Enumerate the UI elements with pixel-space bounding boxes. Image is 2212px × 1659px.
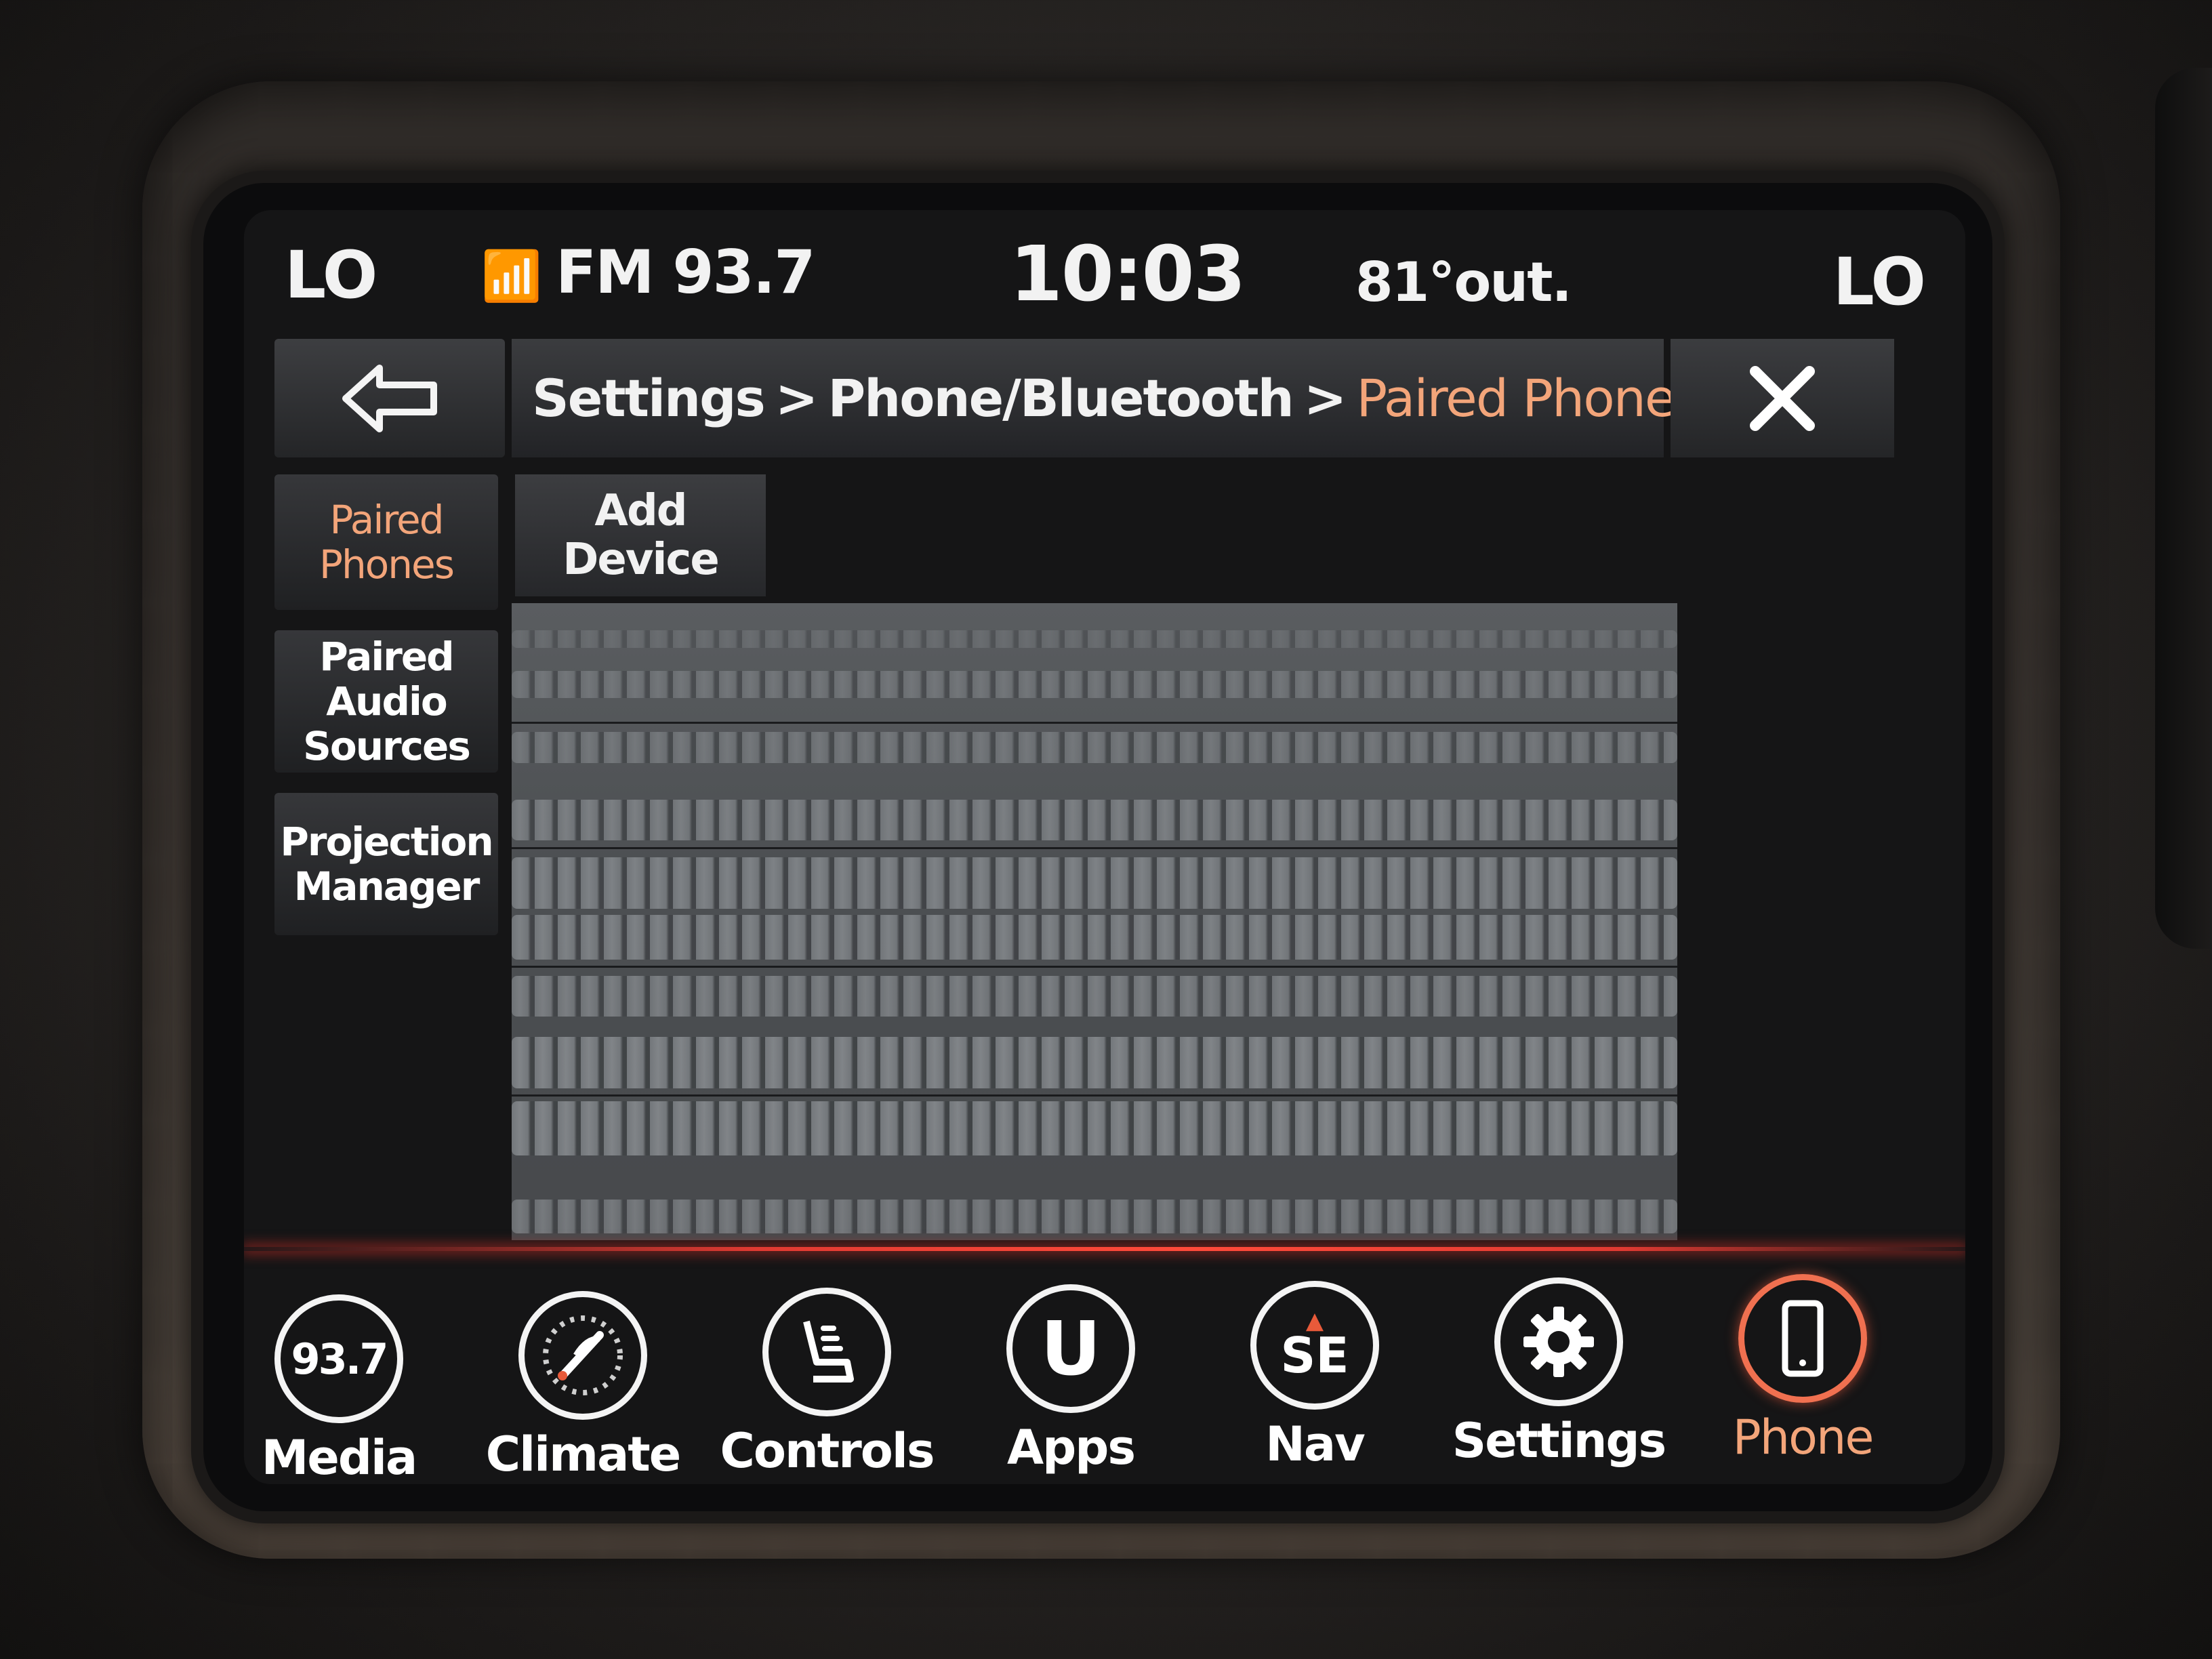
nav-label: Apps (1006, 1420, 1136, 1475)
nav-climate[interactable]: Climate (485, 1291, 681, 1482)
breadcrumb-settings[interactable]: Settings (532, 368, 766, 428)
nav-phone[interactable]: Phone (1708, 1274, 1898, 1465)
sidebar-item-label: Paired (329, 497, 444, 543)
list-glitch-row (512, 671, 1677, 698)
compass-icon: ▲ SE (1250, 1281, 1379, 1410)
list-divider (512, 847, 1677, 849)
list-glitch-row (512, 732, 1677, 763)
climate-dial-icon (543, 1315, 623, 1395)
smartphone-icon (1782, 1300, 1824, 1377)
back-arrow-icon (342, 364, 437, 432)
climate-icon (518, 1291, 647, 1420)
nav-label: Media (261, 1430, 417, 1484)
media-icon: 93.7 (274, 1294, 403, 1423)
nav-divider (244, 1247, 1965, 1251)
list-glitch-row (512, 915, 1677, 960)
sidebar-item-label: Manager (293, 863, 480, 909)
list-glitch-row (512, 976, 1677, 1017)
list-glitch-row (512, 1037, 1677, 1088)
breadcrumb: Settings > Phone/Bluetooth > Paired Phon… (512, 339, 1702, 457)
add-device-label: Add (594, 486, 687, 536)
list-glitch-row (512, 1101, 1677, 1155)
nav-label: Nav (1265, 1416, 1365, 1472)
header-row: Settings > Phone/Bluetooth > Paired Phon… (274, 339, 1914, 457)
gear-icon (1494, 1277, 1623, 1406)
close-button[interactable] (1671, 339, 1894, 457)
nav-media[interactable]: 93.7 Media (244, 1294, 434, 1484)
add-device-label: Device (562, 535, 720, 585)
sidebar-item-projection-manager[interactable]: Projection Manager (274, 793, 498, 935)
passenger-temp[interactable]: LO (1833, 244, 1926, 320)
list-glitch-row (512, 1200, 1677, 1233)
list-divider (512, 722, 1677, 724)
uconnect-icon: U (1006, 1284, 1135, 1413)
sidebar-item-label: Phones (319, 541, 455, 588)
apps-icon-glyph: U (1040, 1305, 1101, 1392)
breadcrumb-separator: > (775, 368, 819, 428)
list-glitch-row (512, 800, 1677, 840)
radio-signal-icon: 📶 (481, 247, 542, 304)
seat-controls-icon (803, 1320, 854, 1382)
sidebar-item-label: Paired (319, 634, 454, 680)
nav-nav[interactable]: ▲ SE Nav (1220, 1281, 1410, 1472)
controls-icon (762, 1288, 891, 1416)
breadcrumb-separator: > (1303, 368, 1347, 428)
outside-temp: 81°out. (1355, 251, 1572, 314)
breadcrumb-phone-bluetooth[interactable]: Phone/Bluetooth (827, 368, 1294, 428)
sidebar-item-label: Audio (326, 678, 447, 724)
infotainment-screen: LO 📶 FM 93.7 10:03 81°out. LO Settings >… (244, 210, 1965, 1484)
bottom-nav: 93.7 Media Climate Controls U Apps ▲ SE … (244, 1267, 1965, 1484)
sidebar-item-label: Sources (303, 723, 471, 769)
close-icon (1750, 365, 1815, 431)
back-button[interactable] (274, 339, 505, 457)
sidebar-item-paired-phones[interactable]: Paired Phones (274, 474, 498, 610)
breadcrumb-paired-phones: Paired Phones (1356, 368, 1702, 428)
sidebar-item-paired-audio-sources[interactable]: Paired Audio Sources (274, 630, 498, 773)
dashboard-edge (2155, 68, 2212, 949)
list-divider (512, 966, 1677, 968)
nav-label: Phone (1732, 1410, 1875, 1465)
phone-icon (1738, 1274, 1867, 1403)
radio-station[interactable]: FM 93.7 (556, 237, 815, 307)
gear-glyph-icon (1523, 1307, 1594, 1377)
list-divider (512, 1094, 1677, 1097)
list-glitch-row (512, 857, 1677, 909)
paired-phones-list[interactable] (512, 603, 1677, 1240)
nav-label: Controls (720, 1423, 935, 1479)
list-glitch-row (512, 630, 1677, 648)
nav-label: Settings (1452, 1413, 1666, 1469)
clock: 10:03 (1010, 230, 1246, 319)
add-device-button[interactable]: Add Device (515, 474, 766, 596)
sidebar-item-label: Projection (280, 819, 493, 865)
nav-controls[interactable]: Controls (720, 1288, 935, 1479)
media-station-label: 93.7 (291, 1334, 389, 1384)
compass-heading: SE (1280, 1327, 1349, 1384)
nav-apps[interactable]: U Apps (976, 1284, 1166, 1475)
nav-label: Climate (485, 1427, 681, 1482)
settings-sidebar: Paired Phones Paired Audio Sources Proje… (274, 474, 505, 956)
nav-settings[interactable]: Settings (1452, 1277, 1666, 1469)
driver-temp[interactable]: LO (285, 237, 377, 313)
status-bar: LO 📶 FM 93.7 10:03 81°out. LO (244, 210, 1965, 332)
